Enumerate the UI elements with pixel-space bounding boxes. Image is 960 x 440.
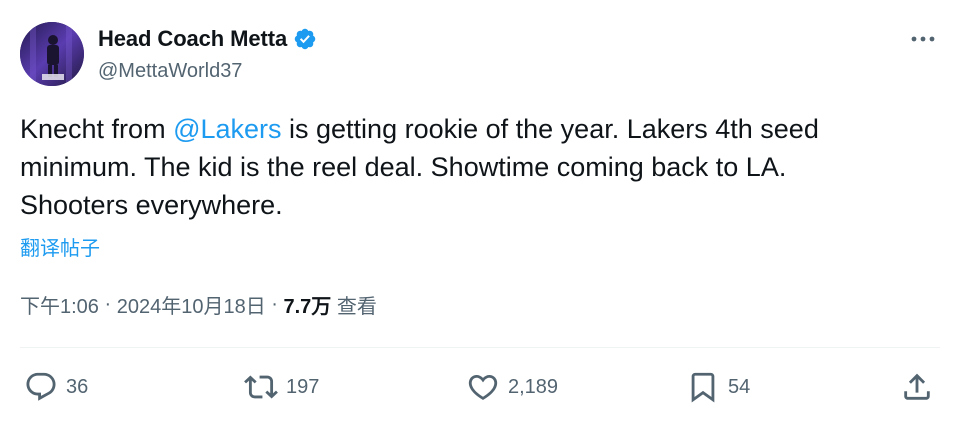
- reply-button[interactable]: 36: [24, 362, 88, 412]
- heart-icon: [468, 374, 498, 400]
- share-icon: [904, 373, 930, 400]
- action-bar: 36 197 2,189 54: [20, 362, 940, 412]
- post-metadata: 下午1:06 · 2024年10月18日 · 7.7万 查看: [20, 290, 377, 319]
- share-button[interactable]: [900, 362, 934, 412]
- views-label: 查看: [336, 296, 377, 318]
- author-handle[interactable]: @MettaWorld37: [98, 60, 242, 83]
- avatar-photo-icon: [20, 22, 84, 86]
- more-options-button[interactable]: [906, 26, 940, 52]
- avatar[interactable]: [20, 22, 84, 86]
- repost-icon: [244, 375, 278, 399]
- more-dots-icon: [911, 36, 935, 42]
- reply-count: 36: [66, 375, 89, 398]
- post-text: Knecht from @Lakers is getting rookie of…: [20, 110, 900, 224]
- repost-count: 197: [286, 375, 320, 398]
- verified-badge-icon[interactable]: [293, 27, 317, 51]
- author-display-name[interactable]: Head Coach Metta: [98, 26, 287, 52]
- post-text-start: Knecht from: [20, 114, 174, 144]
- repost-button[interactable]: 197: [244, 362, 319, 412]
- bookmark-count: 54: [728, 375, 751, 398]
- bookmark-icon: [691, 372, 715, 403]
- post-time[interactable]: 下午1:06: [20, 290, 99, 319]
- mention-link[interactable]: @Lakers: [173, 114, 281, 144]
- meta-separator: ·: [265, 293, 284, 315]
- tweet-card: Head Coach Metta @MettaWorld37 Knecht fr…: [0, 0, 960, 440]
- translate-post-link[interactable]: 翻译帖子: [20, 232, 100, 261]
- divider: [20, 347, 940, 348]
- like-count: 2,189: [508, 375, 559, 398]
- meta-separator: ·: [98, 293, 117, 315]
- post-date[interactable]: 2024年10月18日: [117, 290, 266, 319]
- bookmark-button[interactable]: 54: [686, 362, 750, 412]
- reply-icon: [26, 372, 56, 401]
- like-button[interactable]: 2,189: [466, 362, 558, 412]
- author-name-row: Head Coach Metta: [98, 26, 317, 52]
- views-count: 7.7万: [283, 296, 332, 318]
